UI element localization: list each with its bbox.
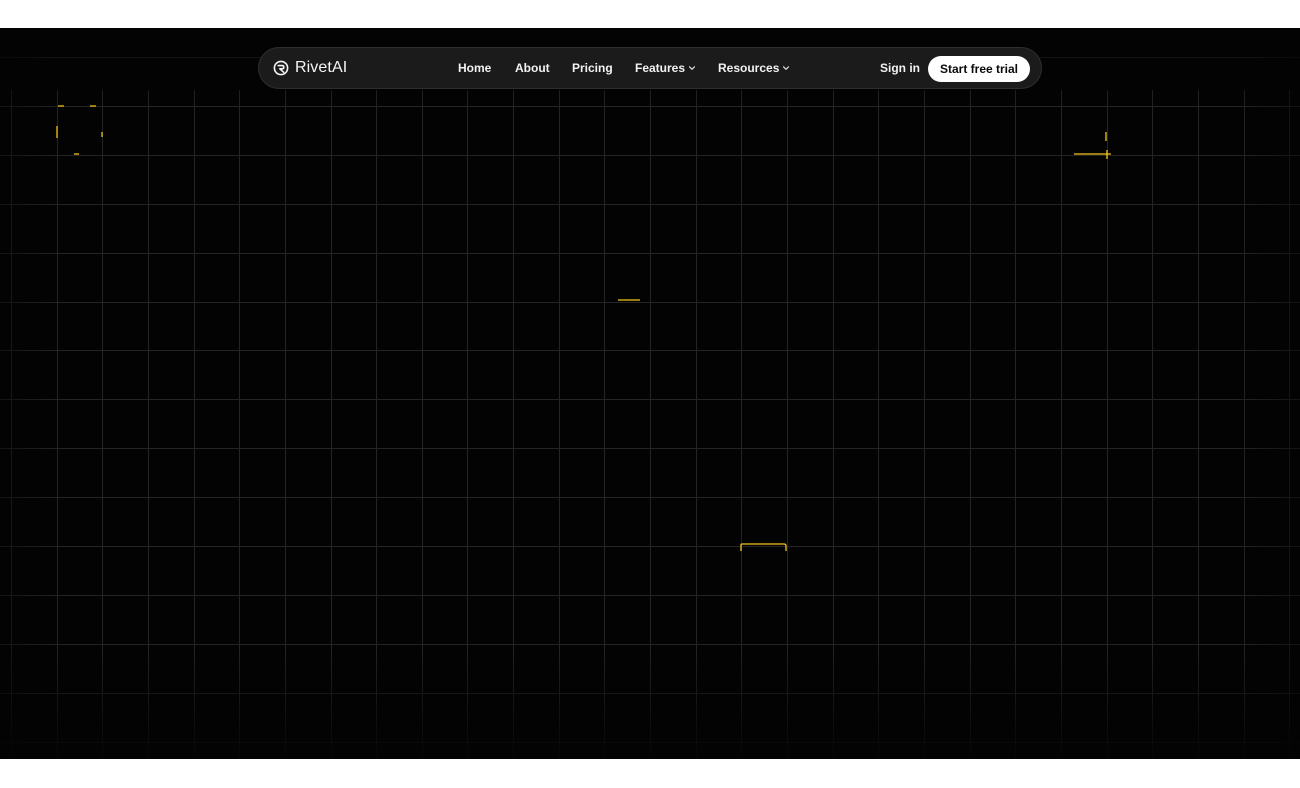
- chevron-down-icon: [688, 66, 696, 70]
- page: RivetAI Home About Pricing Features Reso…: [0, 0, 1300, 788]
- nav-home-link[interactable]: Home: [458, 61, 491, 75]
- nav-pricing-link[interactable]: Pricing: [572, 61, 613, 75]
- nav-about-link[interactable]: About: [515, 61, 550, 75]
- grid-accents: [56, 105, 1111, 551]
- sign-in-link[interactable]: Sign in: [880, 48, 920, 88]
- hero-section: RivetAI Home About Pricing Features Reso…: [0, 28, 1300, 759]
- rivet-r-icon: [273, 60, 289, 76]
- chevron-down-icon: [783, 66, 790, 70]
- start-free-trial-button[interactable]: Start free trial: [928, 56, 1030, 82]
- brand-logo-link[interactable]: RivetAI: [273, 48, 347, 88]
- grid-lines: [0, 57, 1300, 759]
- top-navbar: RivetAI Home About Pricing Features Reso…: [258, 47, 1042, 89]
- nav-resources-label: Resources: [718, 61, 780, 75]
- nav-features-dropdown[interactable]: Features: [635, 61, 696, 75]
- accent-trace-bottom: [740, 543, 787, 551]
- background-grid: [0, 57, 1300, 759]
- nav-features-label: Features: [635, 61, 686, 75]
- brand-name: RivetAI: [295, 59, 348, 76]
- nav-resources-dropdown[interactable]: Resources: [718, 61, 790, 75]
